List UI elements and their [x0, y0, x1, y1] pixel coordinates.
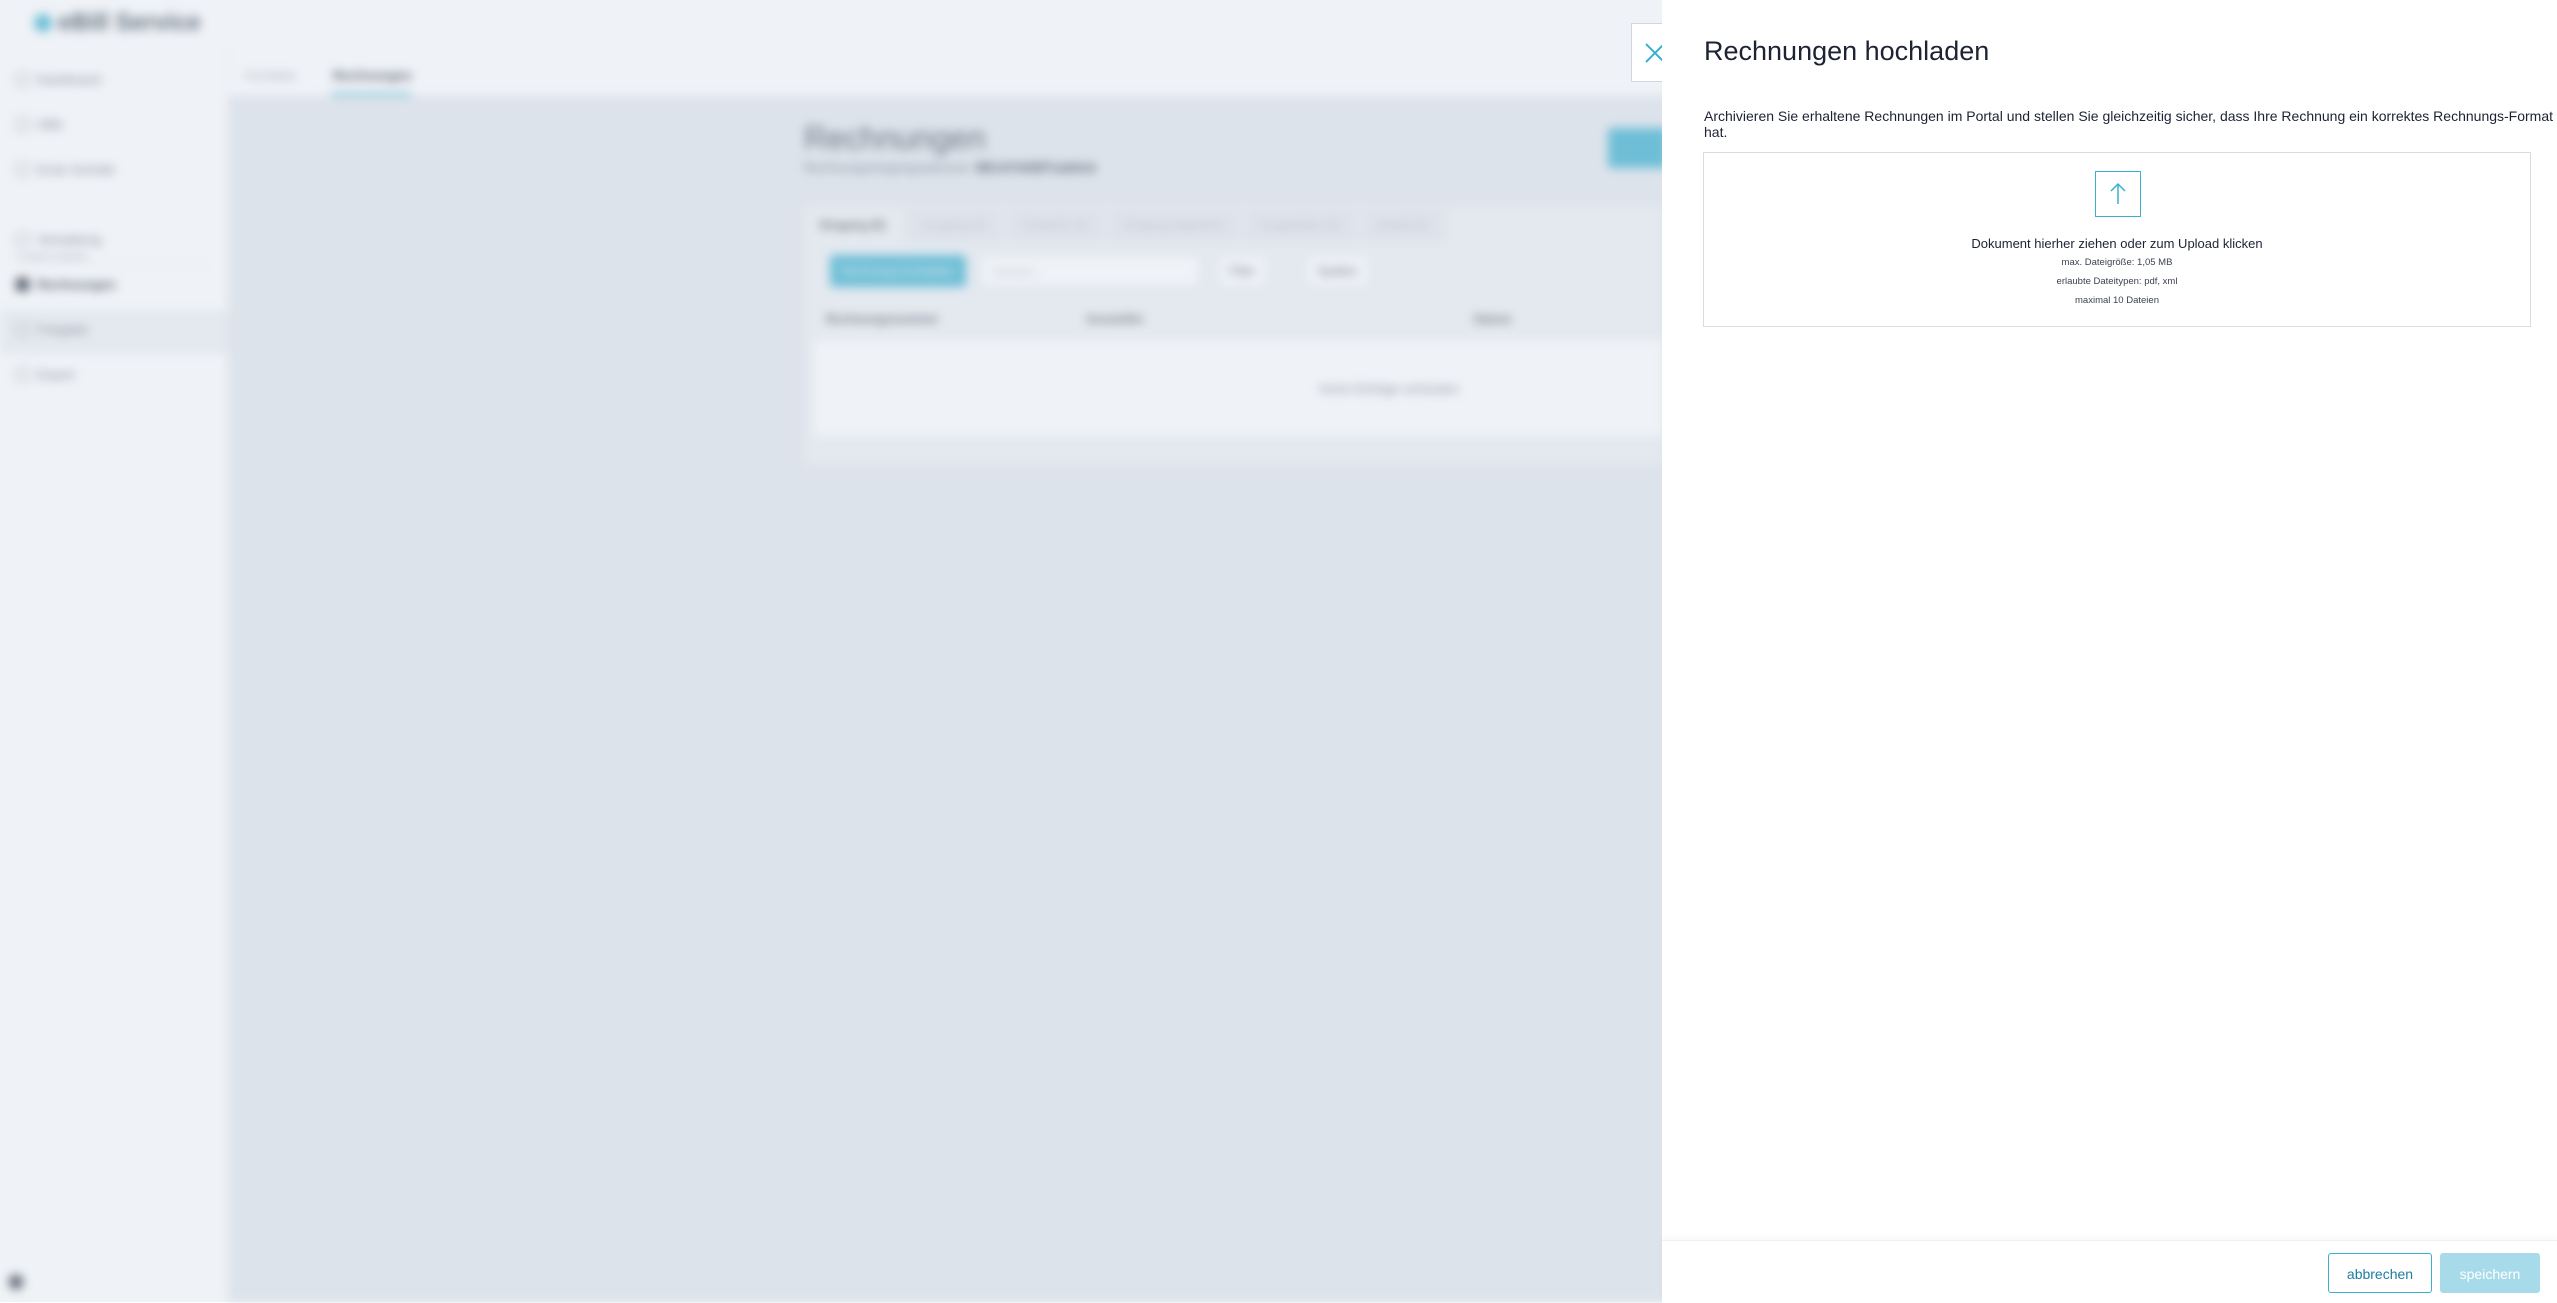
upload-icon-box: [2095, 171, 2141, 217]
drawer-footer: abbrechen speichern: [1662, 1240, 2557, 1303]
file-dropzone[interactable]: Dokument hierher ziehen oder zum Upload …: [1703, 152, 2531, 327]
dropzone-max-files: maximal 10 Dateien: [2075, 295, 2159, 306]
dropzone-allowed-types: erlaubte Dateitypen: pdf, xml: [2056, 276, 2178, 287]
drawer-description: Archivieren Sie erhaltene Rechnungen im …: [1704, 108, 2554, 140]
upload-drawer: Rechnungen hochladen Archivieren Sie erh…: [1662, 0, 2557, 1303]
drawer-title: Rechnungen hochladen: [1704, 36, 1990, 66]
arrow-up-icon: [2110, 182, 2126, 204]
save-button[interactable]: speichern: [2440, 1253, 2540, 1293]
dropzone-max-size: max. Dateigröße: 1,05 MB: [2061, 257, 2173, 268]
dropzone-instruction: Dokument hierher ziehen oder zum Upload …: [1971, 236, 2263, 251]
cancel-button[interactable]: abbrechen: [2328, 1253, 2432, 1293]
